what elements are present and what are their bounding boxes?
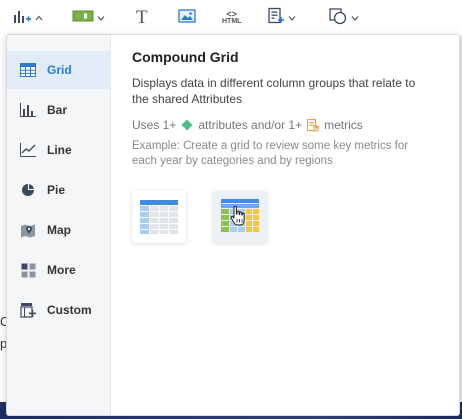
html-brackets: <> [226, 9, 237, 19]
custom-visualization-icon [20, 302, 36, 318]
sidebar-item-map[interactable]: Map [7, 211, 111, 249]
map-icon [20, 222, 36, 238]
visualization-category-sidebar: Grid Bar Line Pie Map More Custom [7, 35, 111, 415]
visualization-title: Compound Grid [132, 49, 239, 65]
requirements-attributes: attributes and/or 1+ [198, 118, 303, 132]
shapes-icon [328, 7, 348, 30]
image-icon [178, 8, 196, 29]
visualization-example: Example: Create a grid to review some ke… [132, 140, 409, 167]
sidebar-item-label: Bar [47, 103, 68, 117]
toolbar: T <> HTML [0, 0, 462, 36]
grid-icon [20, 62, 36, 78]
insert-filter-button[interactable] [267, 6, 296, 30]
bar-chart-icon [20, 102, 36, 118]
sidebar-item-label: More [47, 263, 76, 277]
color-fill-button[interactable] [72, 6, 105, 30]
html-icon: <> HTML [222, 9, 242, 26]
visualization-detail-panel: Compound Grid Displays data in different… [112, 35, 459, 415]
chevron-down-icon [351, 13, 359, 23]
sidebar-item-grid[interactable]: Grid [7, 51, 111, 89]
sidebar-item-pie[interactable]: Pie [7, 171, 111, 209]
sidebar-item-label: Pie [47, 183, 66, 197]
sidebar-item-bar[interactable]: Bar [7, 91, 111, 129]
color-fill-icon [72, 9, 94, 28]
text-icon: T [136, 7, 148, 28]
chart-add-icon [12, 7, 32, 30]
insert-html-button[interactable]: <> HTML [222, 6, 241, 30]
compound-grid-thumbnail[interactable] [213, 191, 267, 243]
line-chart-icon [20, 142, 36, 158]
sidebar-item-label: Grid [47, 63, 72, 77]
visualization-gallery-popover: Grid Bar Line Pie Map More Custom Compou… [6, 34, 460, 416]
chevron-down-icon [288, 13, 296, 23]
insert-text-button[interactable]: T [136, 6, 148, 30]
insert-visualization-button[interactable] [12, 6, 43, 30]
pie-chart-icon [20, 182, 36, 198]
sidebar-item-label: Map [47, 223, 71, 237]
more-visualizations-icon [20, 262, 36, 278]
compound-grid-preview-icon [221, 199, 259, 232]
chevron-up-icon [35, 13, 43, 23]
grid-thumbnail[interactable] [132, 191, 186, 243]
requirements-metrics: metrics [324, 118, 363, 132]
sidebar-item-line[interactable]: Line [7, 131, 111, 169]
insert-shape-button[interactable] [328, 6, 359, 30]
sidebar-item-label: Line [47, 143, 72, 157]
filter-add-icon [267, 7, 285, 30]
sidebar-item-custom[interactable]: Custom [7, 291, 111, 329]
requirements-prefix: Uses 1+ [132, 118, 177, 132]
sidebar-item-more[interactable]: More [7, 251, 111, 289]
metric-icon [307, 118, 319, 132]
visualization-description: Displays data in different column groups… [132, 76, 416, 106]
attribute-icon [181, 119, 193, 131]
grid-preview-icon [140, 200, 178, 234]
html-label: HTML [222, 18, 242, 25]
sidebar-item-label: Custom [47, 303, 92, 317]
insert-image-button[interactable] [178, 6, 196, 30]
chevron-down-icon [97, 13, 105, 23]
requirements-line: Uses 1+ attributes and/or 1+ metrics [132, 117, 363, 133]
